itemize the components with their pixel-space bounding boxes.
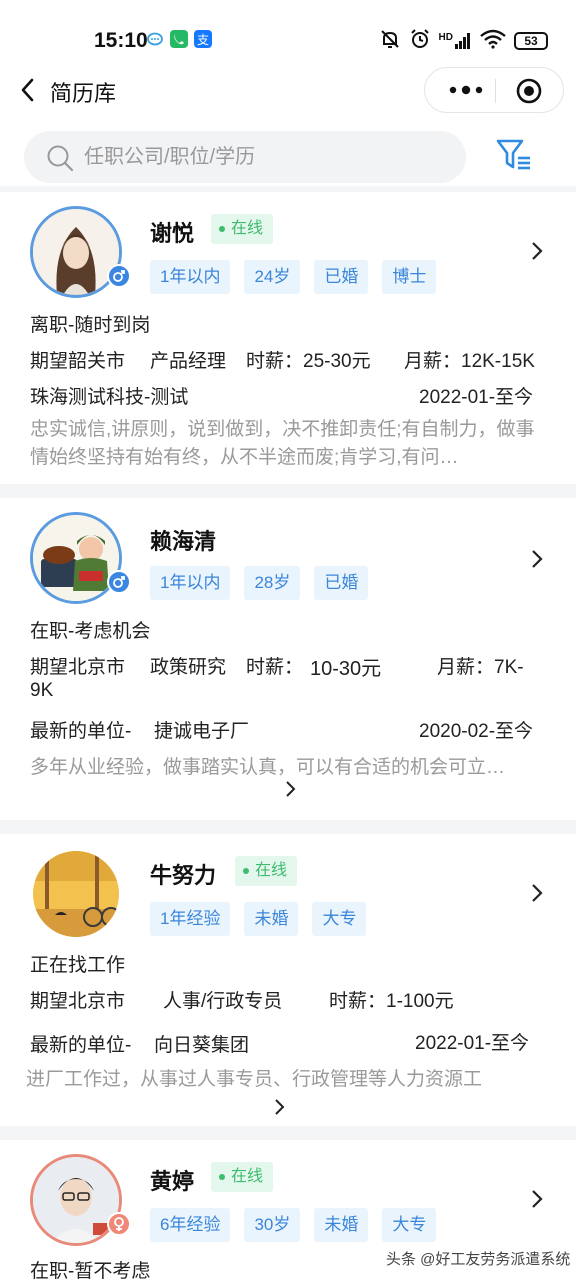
expect-job: 政策研究 <box>150 657 227 678</box>
self-description: 进厂工作过，从事过人事专员、行政管理等人力资源工 <box>26 1069 483 1090</box>
section-divider <box>0 820 576 834</box>
company: 捷诚电子厂 <box>154 721 250 742</box>
job-status: 在职-暂不考虑 <box>30 1261 151 1280</box>
expect-job: 产品经理 <box>150 351 227 372</box>
mute-icon <box>379 28 401 53</box>
alipay-app-icon: 支 <box>194 30 212 48</box>
tag-marital: 已婚 <box>314 566 369 600</box>
tag-marital: 已婚 <box>314 260 369 294</box>
svg-text:支: 支 <box>197 33 209 47</box>
hourly-pay: 时薪：1-100元 <box>329 991 454 1012</box>
phone-app-icon <box>170 30 188 48</box>
hourly-pay: 时薪：25-30元 <box>246 351 371 372</box>
monthly-pay-continued: 9K <box>30 680 54 701</box>
tag-education: 大专 <box>382 1208 437 1242</box>
tag-marital: 未婚 <box>244 902 299 936</box>
work-period: 2020-02-至今 <box>419 721 534 742</box>
signal-icon: HD <box>439 32 472 50</box>
battery-indicator: 53 <box>514 31 548 50</box>
chevron-right-icon[interactable] <box>530 548 544 570</box>
watermark: 头条 @好工友劳务派遣系统 <box>386 1251 571 1268</box>
expect-city: 期望北京市 <box>30 657 126 678</box>
section-divider <box>0 484 576 498</box>
filter-icon[interactable] <box>496 138 532 172</box>
tag-experience: 1年以内 <box>150 260 231 294</box>
job-status: 离职-随时到岗 <box>30 315 151 336</box>
tag-list: 1年以内 24岁 已婚 博士 <box>150 260 437 294</box>
page-title: 简历库 <box>50 81 117 106</box>
search-input[interactable] <box>84 131 454 183</box>
tag-education: 博士 <box>382 260 437 294</box>
hourly-pay: 10-30元 <box>310 658 382 680</box>
candidate-name: 赖海清 <box>150 529 217 554</box>
chevron-left-icon[interactable] <box>16 76 42 104</box>
wifi-icon <box>480 29 506 52</box>
chevron-right-icon[interactable] <box>530 1188 544 1210</box>
more-dots-icon[interactable] <box>443 78 489 102</box>
target-icon[interactable] <box>515 77 543 105</box>
female-icon <box>107 1212 131 1236</box>
company: 向日葵集团 <box>154 1035 250 1056</box>
capsule-divider <box>495 79 496 103</box>
chevron-right-icon[interactable] <box>285 780 297 798</box>
tag-education: 大专 <box>312 902 367 936</box>
self-description: 多年从业经验，做事踏实认真，可以有合适的机会可立… <box>30 757 506 778</box>
alarm-icon <box>409 28 431 53</box>
tag-marital: 未婚 <box>314 1208 369 1242</box>
network-label: HD <box>438 31 453 43</box>
monthly-pay: 月薪：12K-15K <box>404 351 535 372</box>
chevron-right-icon[interactable] <box>530 240 544 262</box>
resume-card[interactable]: 谢悦 在线 1年以内 24岁 已婚 博士 离职-随时到岗 期望韶关市 产品经理 … <box>0 192 576 484</box>
status-time: 15:10 <box>94 29 148 52</box>
resume-card[interactable]: 牛努力 在线 1年经验 未婚 大专 正在找工作 期望北京市 人事/行政专员 时薪… <box>0 834 576 1126</box>
job-status: 在职-考虑机会 <box>30 621 151 642</box>
work-period: 2022-01-至今 <box>419 387 534 408</box>
tag-age: 28岁 <box>244 566 301 600</box>
company: 珠海测试科技-测试 <box>30 387 189 408</box>
miniapp-capsule <box>424 67 564 113</box>
expect-city: 期望韶关市 <box>30 351 126 372</box>
monthly-pay: 月薪：7K- <box>437 657 524 678</box>
online-badge: 在线 <box>211 214 274 244</box>
online-badge: 在线 <box>235 856 298 886</box>
expect-job: 人事/行政专员 <box>163 991 283 1012</box>
tag-age: 30岁 <box>244 1208 301 1242</box>
tag-age: 24岁 <box>244 260 301 294</box>
candidate-name: 谢悦 <box>150 221 195 246</box>
message-app-icon <box>146 30 164 48</box>
chevron-right-icon[interactable] <box>274 1098 286 1116</box>
tag-experience: 1年以内 <box>150 566 231 600</box>
job-status: 正在找工作 <box>30 955 126 976</box>
hourly-pay-label: 时薪： <box>246 657 304 678</box>
candidate-name: 牛努力 <box>150 863 217 888</box>
chevron-right-icon[interactable] <box>530 882 544 904</box>
resume-card[interactable]: 赖海清 1年以内 28岁 已婚 在职-考虑机会 期望北京市 政策研究 时薪： 1… <box>0 498 576 820</box>
tag-list: 6年经验 30岁 未婚 大专 <box>150 1208 437 1242</box>
candidate-name: 黄婷 <box>150 1169 195 1194</box>
online-badge: 在线 <box>211 1162 274 1192</box>
self-description: 忠实诚信,讲原则，说到做到，决不推卸责任;有自制力，做事情始终坚持有始有终，从不… <box>30 419 535 468</box>
tag-list: 1年以内 28岁 已婚 <box>150 566 369 600</box>
avatar <box>30 848 122 940</box>
search-bar <box>24 131 466 183</box>
company-label: 最新的单位- <box>30 1035 132 1056</box>
search-icon <box>46 144 74 172</box>
male-icon <box>107 570 131 594</box>
male-icon <box>107 264 131 288</box>
tag-experience: 6年经验 <box>150 1208 231 1242</box>
expect-city: 期望北京市 <box>30 991 126 1012</box>
status-icons: HD 53 <box>379 28 548 53</box>
work-period: 2022-01-至今 <box>415 1033 530 1054</box>
section-divider <box>0 1126 576 1140</box>
tag-list: 1年经验 未婚 大专 <box>150 902 367 936</box>
company-label: 最新的单位- <box>30 721 132 742</box>
tag-experience: 1年经验 <box>150 902 231 936</box>
